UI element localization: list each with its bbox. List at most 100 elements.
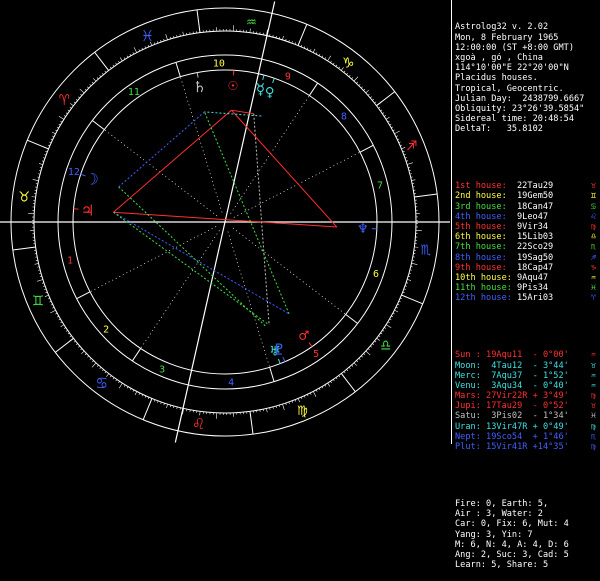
degree-tick	[139, 49, 140, 51]
degree-tick	[120, 58, 122, 61]
zodiac-sign-icon: ♐	[591, 253, 596, 263]
planet-position-text: Uran: 13Vir47R + 0°49'	[455, 422, 569, 432]
info-panel: Astrolog32 v. 2.02Mon, 8 February 196512…	[455, 2, 600, 442]
zodiac-sign-icon: ♎	[381, 336, 391, 356]
house-number: 6	[373, 269, 379, 280]
house-value: 18Cap47	[517, 263, 553, 273]
planet-row: Uran: 13Vir47R + 0°49'♍	[455, 422, 600, 432]
house-cusp-row: 5th house:9Vir34♍	[455, 222, 600, 232]
degree-tick	[393, 130, 395, 131]
degree-tick	[366, 90, 369, 93]
pluto-icon: ♇	[275, 340, 285, 359]
zodiac-sign-icon: ♒	[591, 381, 596, 391]
zodiac-sign-icon: ♈	[59, 90, 70, 110]
degree-tick	[397, 304, 399, 305]
degree-tick	[78, 97, 80, 98]
degree-tick	[70, 107, 72, 108]
degree-tick	[361, 356, 362, 357]
house-number: 3	[159, 365, 165, 376]
degree-tick	[64, 116, 66, 117]
degree-tick	[130, 388, 131, 390]
degree-tick	[74, 341, 76, 342]
planet-row: Jupi: 17Tau29 - 0°52'♉	[455, 401, 600, 411]
degree-tick	[166, 404, 167, 408]
house-number: 7	[377, 180, 383, 191]
zodiac-sign-icon: ♋	[591, 202, 596, 212]
house-cusp-line	[77, 292, 90, 299]
degree-tick	[33, 179, 39, 180]
sign-boundary	[143, 398, 152, 419]
degree-tick	[368, 94, 369, 95]
degree-tick	[81, 351, 84, 354]
zodiac-sign-icon: ♉	[591, 401, 596, 411]
degree-tick	[386, 325, 391, 328]
degree-tick	[66, 330, 68, 331]
degree-tick	[316, 390, 317, 392]
zodiac-sign-icon: ♓	[591, 283, 596, 293]
degree-tick	[397, 139, 399, 140]
house-value: 9Leo47	[517, 212, 548, 222]
degree-tick	[372, 343, 374, 344]
degree-tick	[105, 71, 106, 73]
saturn-icon: ♄	[195, 77, 205, 96]
sign-boundary	[27, 140, 48, 149]
header-line: Mon, 8 February 1965	[455, 33, 600, 43]
degree-tick	[102, 369, 103, 371]
degree-tick	[307, 48, 308, 50]
aspect-line	[254, 114, 269, 325]
degree-tick	[357, 361, 358, 362]
degree-tick	[66, 113, 68, 114]
aspect-line	[113, 212, 336, 227]
house-number: 12	[68, 167, 80, 178]
house-label: 12th house:	[455, 293, 517, 303]
mercury-icon: ☿	[256, 80, 266, 99]
house-cusp-dotted	[180, 77, 222, 213]
house-cusp-dotted	[231, 96, 310, 214]
house-cusp-row: 6th house:15Lib03♎	[455, 232, 600, 242]
degree-tick	[344, 371, 345, 373]
house-cusp-row: 1st house:22Tau29♉	[455, 181, 600, 191]
house-label: 5th house:	[455, 222, 517, 232]
planet-positions-list: Sun : 19Aqu11 - 0°00'♒Moon: 4Tau12 - 3°4…	[455, 350, 600, 452]
degree-tick	[411, 263, 417, 264]
degree-tick	[382, 113, 384, 114]
degree-tick	[90, 84, 91, 85]
degree-tick	[282, 36, 283, 40]
degree-tick	[266, 408, 267, 412]
house-number: 8	[341, 112, 347, 123]
degree-tick	[70, 103, 73, 105]
header-line: Julian Day: 2438799.6667	[455, 94, 600, 104]
aspect-line	[113, 212, 269, 325]
house-cusp-line	[175, 222, 225, 442]
planet-row: Venu: 3Aqu34 - 0°40'♒	[455, 381, 600, 391]
degree-tick	[396, 136, 398, 137]
zodiac-sign-icon: ♓	[142, 26, 152, 46]
house-label: 7th house:	[455, 242, 517, 252]
degree-tick	[364, 89, 365, 90]
summary-line: Learn: 5, Share: 5	[455, 560, 600, 570]
degree-tick	[85, 89, 86, 90]
degree-tick	[333, 379, 334, 381]
zodiac-sign-icon: ♌	[591, 212, 596, 222]
degree-tick	[110, 376, 111, 378]
degree-tick	[354, 363, 357, 366]
degree-tick	[407, 163, 413, 165]
degree-tick	[336, 65, 337, 67]
house-value: 15Lib03	[517, 232, 553, 242]
mars-icon: ♂	[299, 326, 309, 345]
degree-tick	[70, 336, 72, 337]
house-cusp-row: 12th house:15Ari03♈	[455, 293, 600, 303]
sun-icon: ☉	[228, 75, 238, 94]
header-line: Obliquity: 23°26'39.5854"	[455, 104, 600, 114]
house-number: 2	[103, 324, 109, 335]
house-value: 9Pis34	[517, 283, 548, 293]
degree-tick	[407, 279, 411, 280]
aspect-line	[119, 187, 266, 326]
degree-tick	[384, 115, 386, 116]
degree-tick	[364, 353, 365, 354]
degree-tick	[64, 327, 66, 328]
degree-tick	[307, 394, 308, 396]
degree-tick	[346, 73, 347, 75]
sign-boundary	[95, 52, 109, 70]
zodiac-sign-icon: ♍	[591, 391, 596, 401]
